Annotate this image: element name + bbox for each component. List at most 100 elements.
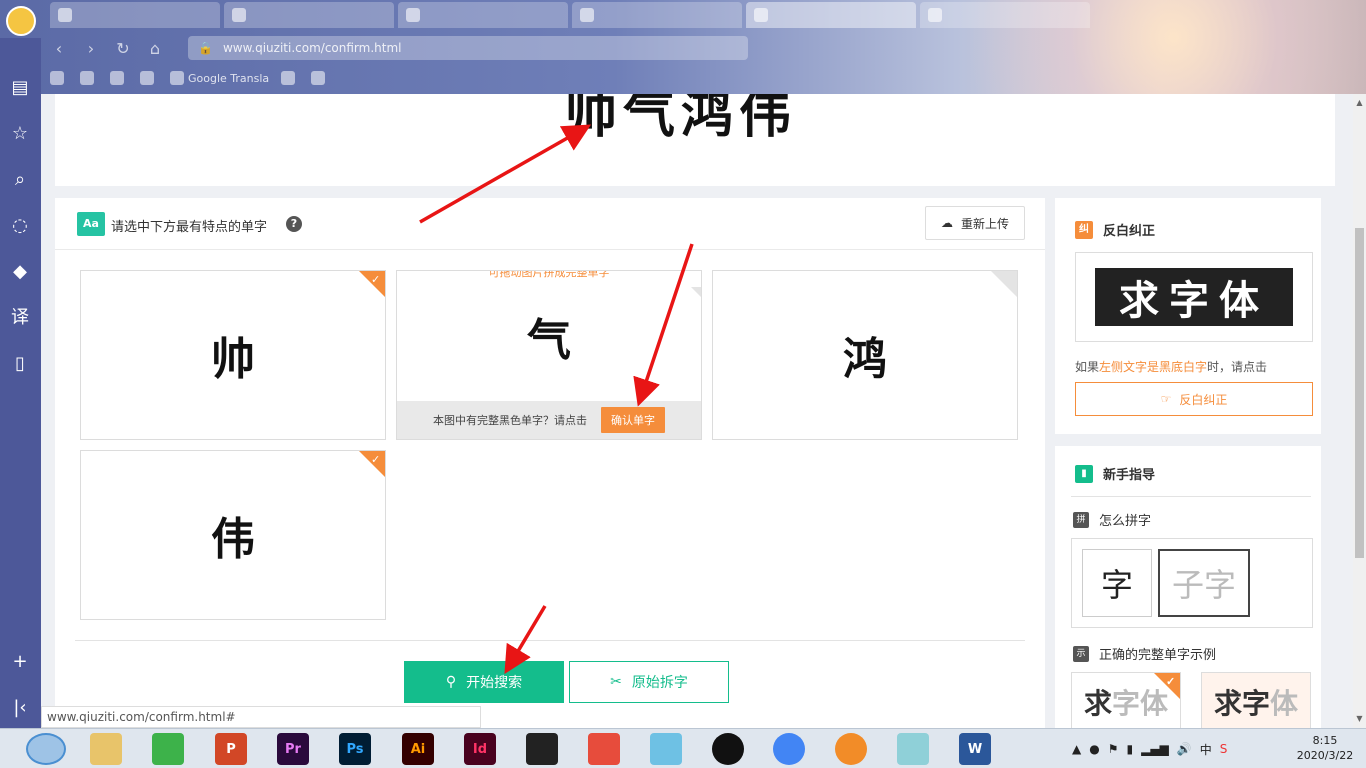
app-icon[interactable] (588, 733, 620, 765)
qq-tray-icon[interactable]: ● (1089, 742, 1099, 756)
battery-icon[interactable]: ▮ (1126, 742, 1133, 756)
book-icon[interactable]: ▯ (8, 352, 32, 376)
invert-title: 纠 反白纠正 (1075, 220, 1155, 239)
demo-drag-char: 子字 (1158, 549, 1250, 617)
app-icon[interactable] (897, 733, 929, 765)
bookmark-item[interactable] (110, 71, 128, 85)
scroll-down-icon[interactable]: ▼ (1355, 714, 1364, 724)
browser-tab[interactable] (224, 2, 394, 28)
page-scrollbar[interactable]: ▲ ▼ (1353, 94, 1366, 728)
bookmark-item[interactable] (311, 71, 329, 85)
panel-header: Aa 请选中下方最有特点的单字 ? ☁ 重新上传 (55, 198, 1045, 250)
browser-tab[interactable] (398, 2, 568, 28)
bookmark-item[interactable] (140, 71, 158, 85)
search-icon[interactable]: ⌕ (8, 168, 32, 192)
scroll-up-icon[interactable]: ▲ (1355, 98, 1364, 108)
start-icon[interactable] (26, 733, 66, 765)
star-icon[interactable]: ☆ (8, 122, 32, 146)
confirm-char-button[interactable]: 确认单字 (601, 407, 665, 433)
tab-favicon-icon (754, 8, 768, 22)
chevron-up-icon[interactable]: ▲ (1072, 742, 1081, 756)
how-to-heading: 拼 怎么拼字 (1073, 510, 1151, 529)
bookmark-icon (311, 71, 326, 85)
home-icon[interactable]: ⌂ (146, 39, 164, 58)
divider (1071, 496, 1311, 497)
example-heading: 示 正确的完整单字示例 (1073, 644, 1216, 663)
translate-icon[interactable]: 译 (8, 306, 32, 330)
bookmark-item[interactable] (50, 71, 68, 85)
scroll-thumb[interactable] (1355, 228, 1364, 558)
demo-char: 字 (1082, 549, 1152, 617)
how-to-demo: 字 子字 (1071, 538, 1313, 628)
guide-panel: ▮ 新手指导 拼 怎么拼字 字 子字 示 正确的完整单字示例 求字体 ✓ 求字体 (1055, 446, 1321, 728)
tools-icon: ✂ (610, 674, 622, 690)
bookmark-icon (140, 71, 154, 85)
start-search-button[interactable]: ⚲ 开始搜索 (404, 661, 564, 703)
bookmark-item[interactable] (80, 71, 98, 85)
sogou-icon[interactable]: S (1220, 742, 1228, 756)
browser-sidebar: ▤ ☆ ⌕ ◌ ◆ 译 ▯ + |‹ (0, 38, 41, 728)
tab-strip (50, 2, 1090, 30)
app-icon[interactable] (650, 733, 682, 765)
browser-logo-icon[interactable] (6, 6, 36, 36)
qq-icon[interactable] (712, 733, 744, 765)
card-footer: 本图中有完整黑色单字？请点击 确认单字 (397, 401, 701, 439)
video-player-icon[interactable] (526, 733, 558, 765)
premiere-icon[interactable]: Pr (277, 733, 309, 765)
selected-check-icon: ✓ (359, 451, 385, 477)
tab-favicon-icon (232, 8, 246, 22)
divider (75, 640, 1025, 641)
browser-tab[interactable] (50, 2, 220, 28)
selected-check-icon: ✓ (1154, 673, 1180, 699)
volume-icon[interactable]: 🔊 (1177, 742, 1192, 756)
browser-tab[interactable] (572, 2, 742, 28)
reader-icon[interactable]: ▤ (8, 76, 32, 100)
illustrator-icon[interactable]: Ai (402, 733, 434, 765)
browser-app-icon[interactable] (835, 733, 867, 765)
clock[interactable]: 8:15 2020/3/22 (1290, 733, 1360, 763)
back-icon[interactable]: ‹ (50, 39, 68, 58)
word-icon[interactable]: W (959, 733, 991, 765)
address-url: www.qiuziti.com/confirm.html (222, 41, 402, 55)
bookmark-item[interactable]: Google Transla (170, 71, 269, 85)
refresh-icon[interactable]: ↻ (114, 39, 132, 58)
collapse-icon[interactable]: |‹ (8, 696, 32, 720)
unselected-corner-icon (991, 271, 1017, 297)
bookmark-item[interactable] (281, 71, 299, 85)
original-split-button[interactable]: ✂ 原始拆字 (569, 661, 729, 703)
chat-icon[interactable]: ◌ (8, 214, 32, 238)
file-explorer-icon[interactable] (90, 733, 122, 765)
lock-icon: 🔒 (198, 41, 213, 55)
reupload-button[interactable]: ☁ 重新上传 (925, 206, 1025, 240)
char-card[interactable]: 伟 ✓ (80, 450, 386, 620)
bookmark-icon (80, 71, 94, 85)
invert-button[interactable]: ☞ 反白纠正 (1075, 382, 1313, 416)
help-icon[interactable]: ? (286, 216, 302, 232)
network-icon[interactable]: ▂▄▆ (1141, 742, 1169, 756)
plus-icon[interactable]: + (8, 650, 32, 674)
invert-icon: 纠 (1075, 220, 1093, 239)
cloud-upload-icon: ☁ (940, 216, 953, 230)
chrome-icon[interactable] (773, 733, 805, 765)
indesign-icon[interactable]: Id (464, 733, 496, 765)
tab-favicon-icon (928, 8, 942, 22)
game-avatar-icon[interactable]: ◆ (8, 260, 32, 284)
char-select-panel: Aa 请选中下方最有特点的单字 ? ☁ 重新上传 帅 ✓ 气 可拖动图片拼成完整… (55, 198, 1045, 728)
powerpoint-icon[interactable]: P (215, 733, 247, 765)
ime-indicator[interactable]: 中 (1200, 741, 1212, 758)
browser-tab[interactable] (920, 2, 1090, 28)
char-card[interactable]: 帅 ✓ (80, 270, 386, 440)
drag-hint: 可拖动图片拼成完整单字 (397, 271, 701, 287)
flag-icon[interactable]: ⚑ (1108, 742, 1119, 756)
bookmark-icon (281, 71, 296, 85)
char-card[interactable]: 气 可拖动图片拼成完整单字 本图中有完整黑色单字？请点击 确认单字 (396, 270, 702, 440)
page-content: 帅气鸿伟 Aa 请选中下方最有特点的单字 ? ☁ 重新上传 帅 ✓ 气 可拖动图… (41, 94, 1353, 728)
browser-chrome: ‹ › ↻ ⌂ 🔒 www.qiuziti.com/confirm.html G… (0, 0, 1366, 94)
wechat-icon[interactable] (152, 733, 184, 765)
photoshop-icon[interactable]: Ps (339, 733, 371, 765)
char-card[interactable]: 鸿 (712, 270, 1018, 440)
forward-icon[interactable]: › (82, 39, 100, 58)
browser-tab-active[interactable] (746, 2, 916, 28)
address-bar[interactable]: 🔒 www.qiuziti.com/confirm.html (188, 36, 748, 60)
bookmarks-bar: Google Transla (50, 66, 329, 90)
